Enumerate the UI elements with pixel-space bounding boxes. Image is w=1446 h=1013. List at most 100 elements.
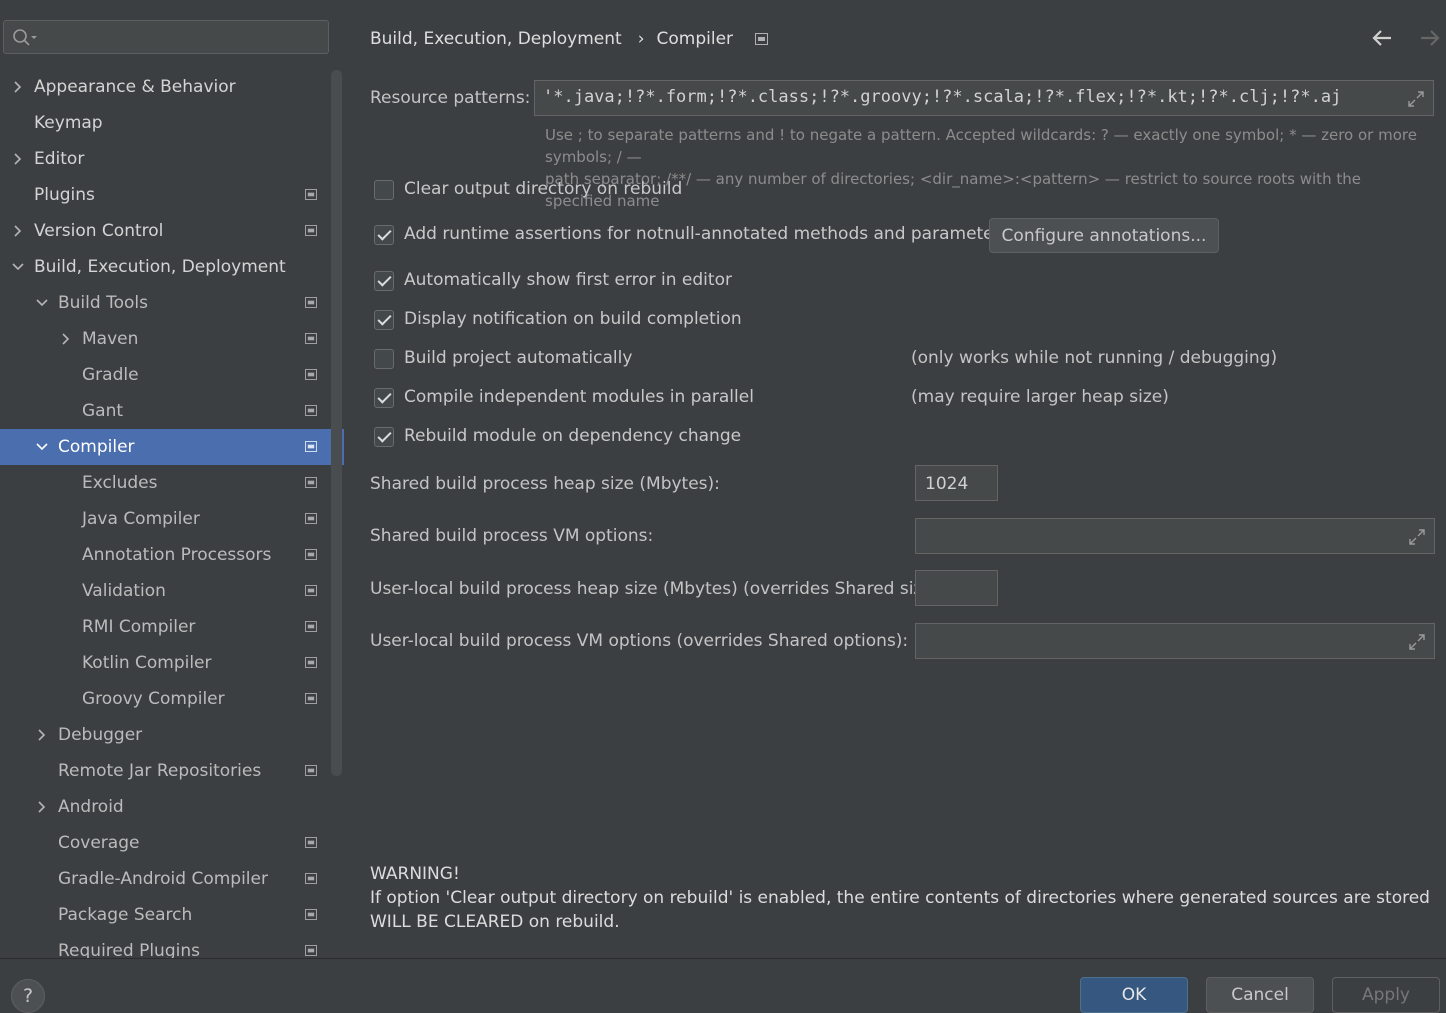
sidebar-item-label: Groovy Compiler <box>82 689 225 709</box>
warning-line-1: If option 'Clear output directory on reb… <box>370 888 1430 908</box>
back-arrow-icon[interactable] <box>1371 28 1393 48</box>
search-input[interactable] <box>3 20 329 54</box>
sidebar-item-keymap[interactable]: Keymap <box>0 105 344 141</box>
notify-completion-label: Display notification on build completion <box>404 309 742 329</box>
sidebar-item-package-search[interactable]: Package Search <box>0 897 344 933</box>
project-scope-icon <box>305 513 317 524</box>
sidebar-item-label: Coverage <box>58 833 140 853</box>
compile-parallel-note: (may require larger heap size) <box>911 387 1169 407</box>
sidebar-item-label: Annotation Processors <box>82 545 272 565</box>
sidebar-item-excludes[interactable]: Excludes <box>0 465 344 501</box>
sidebar-item-plugins[interactable]: Plugins <box>0 177 344 213</box>
sidebar-item-label: Keymap <box>34 113 103 133</box>
chevron-right-icon[interactable] <box>34 727 50 743</box>
project-scope-icon <box>755 33 769 45</box>
sidebar-item-label: Editor <box>34 149 85 169</box>
sidebar-item-maven[interactable]: Maven <box>0 321 344 357</box>
help-button[interactable]: ? <box>11 979 45 1013</box>
sidebar-item-kotlin-compiler[interactable]: Kotlin Compiler <box>0 645 344 681</box>
local-heap-label: User-local build process heap size (Mbyt… <box>370 579 946 599</box>
project-scope-icon <box>305 837 317 848</box>
sidebar-item-rmi-compiler[interactable]: RMI Compiler <box>0 609 344 645</box>
rebuild-dependency-checkbox[interactable] <box>374 427 394 447</box>
resource-patterns-input[interactable]: '*.java;!?*.form;!?*.class;!?*.groovy;!?… <box>534 80 1434 116</box>
local-vm-options-input[interactable] <box>915 623 1435 659</box>
sidebar-scrollbar[interactable] <box>331 70 342 776</box>
configure-annotations-button[interactable]: Configure annotations... <box>989 218 1219 253</box>
project-scope-icon <box>305 333 317 344</box>
sidebar-item-label: Compiler <box>58 437 135 457</box>
chevron-down-icon[interactable] <box>10 259 26 275</box>
ok-button[interactable]: OK <box>1080 977 1188 1013</box>
chevron-down-icon[interactable] <box>34 295 50 311</box>
sidebar-item-label: Build Tools <box>58 293 148 313</box>
sidebar-item-build-tools[interactable]: Build Tools <box>0 285 344 321</box>
sidebar-item-debugger[interactable]: Debugger <box>0 717 344 753</box>
warning-title: WARNING! <box>370 864 460 884</box>
sidebar-item-label: Excludes <box>82 473 158 493</box>
sidebar-item-label: Android <box>58 797 124 817</box>
dialog-button-bar: ? OK Cancel Apply <box>0 958 1446 1013</box>
sidebar-item-android[interactable]: Android <box>0 789 344 825</box>
chevron-down-icon[interactable] <box>34 439 50 455</box>
sidebar-item-label: Build, Execution, Deployment <box>34 257 286 277</box>
sidebar-item-editor[interactable]: Editor <box>0 141 344 177</box>
chevron-right-icon[interactable] <box>10 151 26 167</box>
compile-parallel-label: Compile independent modules in parallel <box>404 387 754 407</box>
sidebar-item-compiler[interactable]: Compiler <box>0 429 344 465</box>
resource-patterns-label: Resource patterns: <box>370 88 531 108</box>
project-scope-icon <box>305 189 317 200</box>
shared-vm-options-input[interactable] <box>915 518 1435 554</box>
runtime-assertions-label: Add runtime assertions for notnull-annot… <box>404 224 1010 244</box>
runtime-assertions-checkbox[interactable] <box>374 225 394 245</box>
project-scope-icon <box>305 549 317 560</box>
sidebar-item-label: Plugins <box>34 185 95 205</box>
sidebar-item-label: RMI Compiler <box>82 617 196 637</box>
sidebar-item-label: Maven <box>82 329 139 349</box>
sidebar-item-label: Kotlin Compiler <box>82 653 212 673</box>
project-scope-icon <box>305 873 317 884</box>
breadcrumb-parent[interactable]: Build, Execution, Deployment <box>370 29 622 49</box>
resource-patterns-value: '*.java;!?*.form;!?*.class;!?*.groovy;!?… <box>543 87 1342 107</box>
sidebar-item-gradle[interactable]: Gradle <box>0 357 344 393</box>
chevron-right-icon[interactable] <box>10 79 26 95</box>
project-scope-icon <box>305 369 317 380</box>
sidebar-item-gradle-android-compiler[interactable]: Gradle-Android Compiler <box>0 861 344 897</box>
chevron-right-icon[interactable] <box>34 799 50 815</box>
build-automatically-checkbox[interactable] <box>374 349 394 369</box>
chevron-right-icon[interactable] <box>10 223 26 239</box>
expand-icon[interactable] <box>1408 633 1426 651</box>
project-scope-icon <box>305 225 317 236</box>
sidebar-item-java-compiler[interactable]: Java Compiler <box>0 501 344 537</box>
sidebar-item-label: Appearance & Behavior <box>34 77 236 97</box>
cancel-button[interactable]: Cancel <box>1206 977 1314 1013</box>
sidebar-item-annotation-processors[interactable]: Annotation Processors <box>0 537 344 573</box>
sidebar-item-gant[interactable]: Gant <box>0 393 344 429</box>
breadcrumb-separator-icon: › <box>637 29 645 49</box>
expand-icon[interactable] <box>1408 528 1426 546</box>
local-heap-input[interactable] <box>915 570 998 606</box>
notify-completion-checkbox[interactable] <box>374 310 394 330</box>
expand-icon[interactable] <box>1407 90 1425 108</box>
clear-output-checkbox[interactable] <box>374 180 394 200</box>
project-scope-icon <box>305 909 317 920</box>
compile-parallel-checkbox[interactable] <box>374 388 394 408</box>
breadcrumb-current: Compiler <box>656 29 734 49</box>
local-vm-options-label: User-local build process VM options (ove… <box>370 631 909 651</box>
shared-heap-input[interactable]: 1024 <box>915 465 998 501</box>
hint-line-1: Use ; to separate patterns and ! to nega… <box>545 126 1417 166</box>
clear-output-label: Clear output directory on rebuild <box>404 179 683 199</box>
chevron-right-icon[interactable] <box>58 331 74 347</box>
sidebar-item-remote-jar-repositories[interactable]: Remote Jar Repositories <box>0 753 344 789</box>
project-scope-icon <box>305 297 317 308</box>
sidebar-item-build-execution-deployment[interactable]: Build, Execution, Deployment <box>0 249 344 285</box>
sidebar-item-appearance-behavior[interactable]: Appearance & Behavior <box>0 69 344 105</box>
forward-arrow-icon[interactable] <box>1419 28 1441 48</box>
sidebar-item-validation[interactable]: Validation <box>0 573 344 609</box>
sidebar-item-groovy-compiler[interactable]: Groovy Compiler <box>0 681 344 717</box>
sidebar-item-version-control[interactable]: Version Control <box>0 213 344 249</box>
show-first-error-checkbox[interactable] <box>374 271 394 291</box>
apply-button[interactable]: Apply <box>1332 977 1440 1013</box>
search-icon <box>13 29 37 46</box>
sidebar-item-coverage[interactable]: Coverage <box>0 825 344 861</box>
